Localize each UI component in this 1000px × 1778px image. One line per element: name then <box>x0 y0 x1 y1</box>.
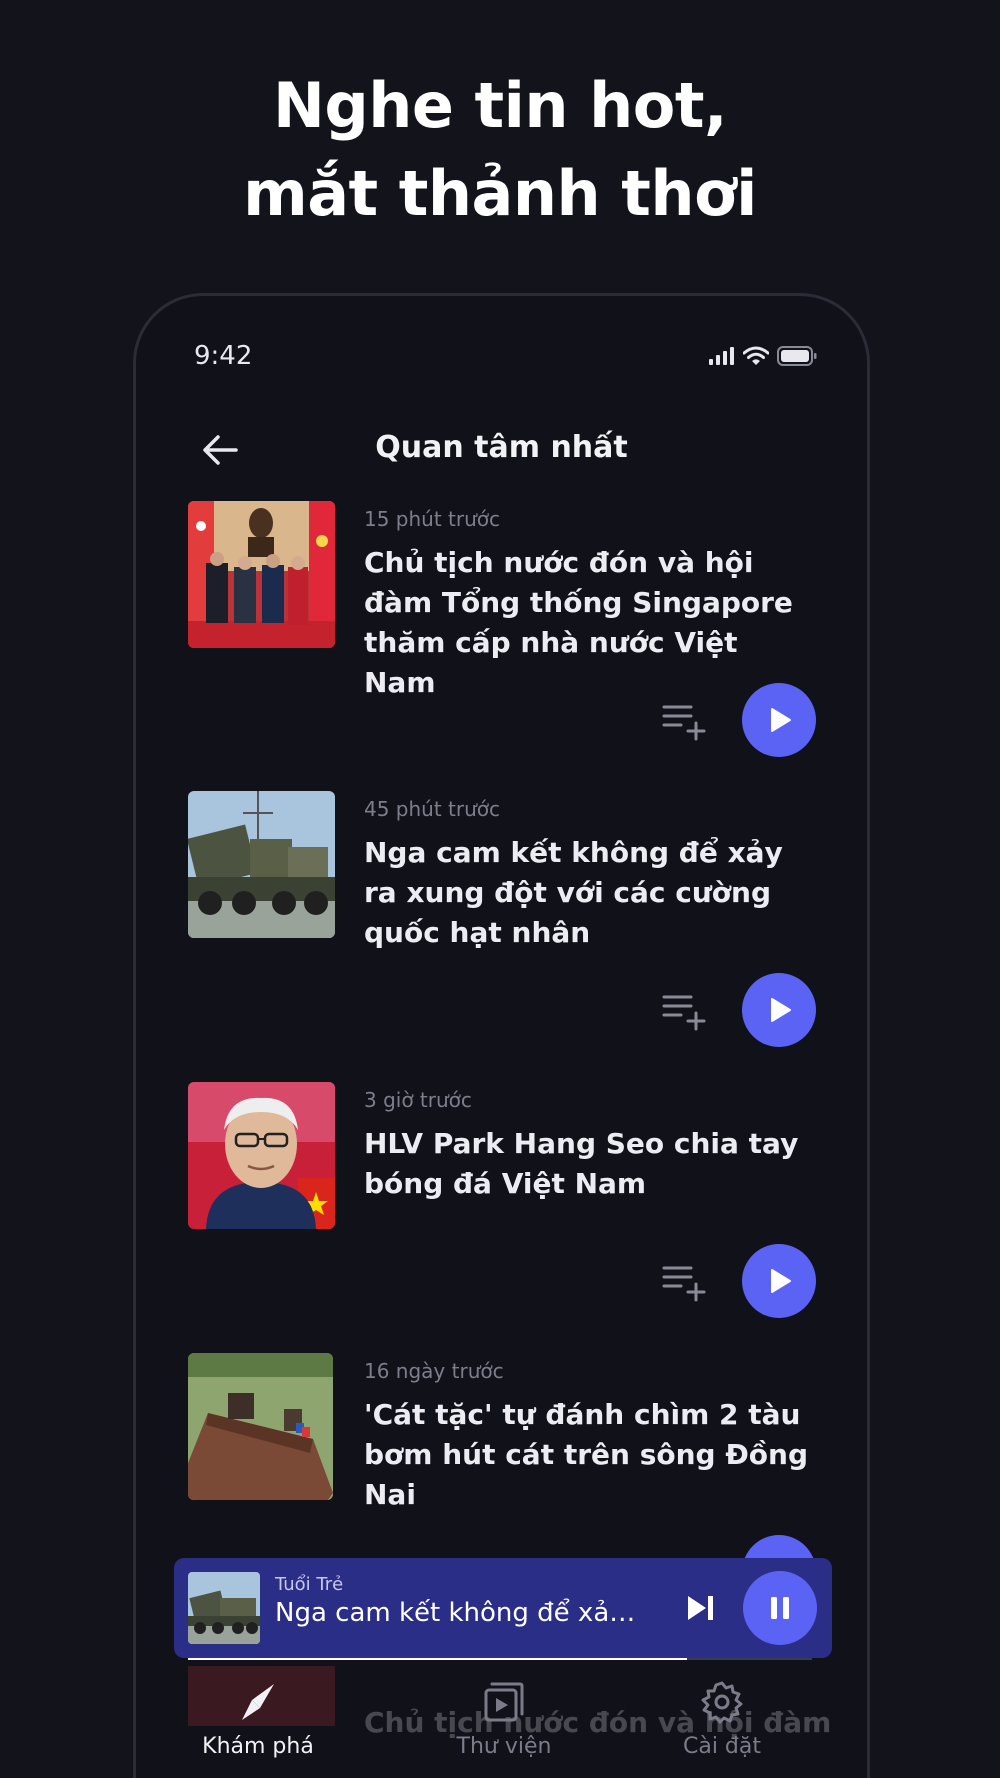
tab-library[interactable]: Thư viện <box>414 1678 594 1759</box>
promo-headline: Nghe tin hot, mắt thảnh thơi <box>0 62 1000 238</box>
play-button[interactable] <box>742 683 816 757</box>
tab-label: Khám phá <box>202 1734 314 1759</box>
wifi-icon <box>743 346 769 365</box>
article-title[interactable]: Chủ tịch nước đón và hội đàm Tổng thống … <box>364 543 814 703</box>
page-title: Quan tâm nhất <box>375 430 628 465</box>
add-to-queue-button[interactable] <box>661 701 709 741</box>
play-icon <box>771 998 791 1022</box>
article-time: 15 phút trước <box>364 507 501 531</box>
mini-player-thumbnail <box>188 1572 260 1644</box>
mini-player-title[interactable]: Nga cam kết không để xảy ra xung đột với… <box>275 1598 645 1628</box>
pause-button[interactable] <box>743 1571 817 1645</box>
tab-label: Thư viện <box>456 1734 552 1759</box>
article-time: 16 ngày trước <box>364 1359 504 1383</box>
article-title[interactable]: 'Cát tặc' tự đánh chìm 2 tàu bơm hút cát… <box>364 1395 814 1515</box>
article-time: 45 phút trước <box>364 797 501 821</box>
signal-icon <box>709 347 734 365</box>
headline-line-1: Nghe tin hot, <box>272 69 728 142</box>
mini-player-source: Tuổi Trẻ <box>275 1574 344 1595</box>
status-bar: 9:42 <box>136 296 867 386</box>
skip-next-icon <box>688 1596 713 1620</box>
skip-next-button[interactable] <box>680 1588 720 1628</box>
compass-icon <box>242 1684 274 1720</box>
article-title[interactable]: HLV Park Hang Seo chia tay bóng đá Việt … <box>364 1124 814 1204</box>
article-time: 3 giờ trước <box>364 1088 472 1112</box>
article-thumbnail <box>188 501 335 648</box>
playlist-add-icon <box>662 1266 706 1302</box>
article-thumbnail <box>188 1082 335 1229</box>
headline-line-2: mắt thảnh thơi <box>243 157 757 230</box>
library-icon <box>484 1682 524 1722</box>
playlist-add-icon <box>662 705 706 741</box>
play-button[interactable] <box>742 973 816 1047</box>
gear-icon <box>701 1681 743 1724</box>
battery-icon <box>777 346 817 366</box>
pause-icon <box>771 1597 789 1619</box>
bottom-tab-bar: Chủ tịch nước đón và hội đàm Khám phá Th… <box>136 1666 867 1778</box>
article-title[interactable]: Nga cam kết không để xảy ra xung đột với… <box>364 833 814 953</box>
status-time: 9:42 <box>194 341 253 371</box>
add-to-queue-button[interactable] <box>661 991 709 1031</box>
tab-label: Cài đặt <box>682 1734 762 1759</box>
playlist-add-icon <box>662 995 706 1031</box>
phone-frame: 9:42 Quan tâm nhất 15 phút trước Chủ tịc… <box>133 293 870 1778</box>
play-icon <box>771 708 791 732</box>
play-icon <box>771 1269 791 1293</box>
status-icons <box>709 346 817 366</box>
tab-settings[interactable]: Cài đặt <box>632 1678 812 1759</box>
add-to-queue-button[interactable] <box>661 1262 709 1302</box>
tab-explore[interactable]: Khám phá <box>168 1678 348 1759</box>
mini-player[interactable]: Tuổi Trẻ Nga cam kết không để xảy ra xun… <box>174 1558 832 1658</box>
article-thumbnail <box>188 791 335 938</box>
play-button[interactable] <box>742 1244 816 1318</box>
article-thumbnail <box>188 1353 333 1500</box>
top-nav: Quan tâm nhất <box>136 416 867 486</box>
